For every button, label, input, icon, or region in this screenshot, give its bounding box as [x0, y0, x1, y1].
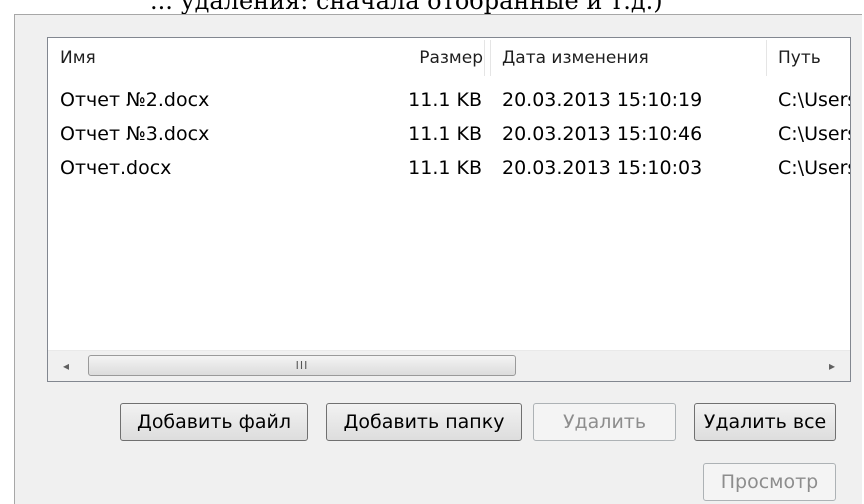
table-row[interactable]: Отчет №2.docx 11.1 KB 20.03.2013 15:10:1… [48, 83, 850, 117]
top-caption-fragment: ... удаления: сначала отобранные и т.д.) [150, 0, 663, 15]
file-date: 20.03.2013 15:10:03 [502, 157, 703, 179]
scroll-right-icon[interactable]: ▸ [816, 351, 848, 381]
column-header-path[interactable]: Путь [778, 38, 821, 78]
add-file-button[interactable]: Добавить файл [120, 403, 308, 441]
file-size: 11.1 KB [408, 123, 482, 145]
column-divider[interactable] [490, 40, 491, 76]
column-header-size[interactable]: Размер [408, 38, 483, 78]
file-name: Отчет.docx [60, 157, 172, 179]
list-header: Имя Размер Дата изменения Путь [48, 38, 850, 78]
file-path: C:\Users [778, 157, 851, 179]
scrollbar-thumb[interactable]: III [88, 355, 516, 376]
add-folder-button[interactable]: Добавить папку [326, 403, 522, 441]
column-header-date[interactable]: Дата изменения [502, 38, 649, 78]
scroll-left-icon[interactable]: ◂ [50, 351, 82, 381]
file-size: 11.1 KB [408, 89, 482, 111]
column-header-name[interactable]: Имя [60, 38, 96, 78]
file-date: 20.03.2013 15:10:46 [502, 123, 703, 145]
preview-button[interactable]: Просмотр [703, 463, 836, 501]
file-size: 11.1 KB [408, 157, 482, 179]
delete-button[interactable]: Удалить [533, 403, 676, 441]
file-date: 20.03.2013 15:10:19 [502, 89, 703, 111]
table-row[interactable]: Отчет.docx 11.1 KB 20.03.2013 15:10:03 C… [48, 151, 850, 185]
file-name: Отчет №3.docx [60, 123, 210, 145]
column-divider[interactable] [484, 40, 485, 76]
table-row[interactable]: Отчет №3.docx 11.1 KB 20.03.2013 15:10:4… [48, 117, 850, 151]
column-divider[interactable] [766, 40, 767, 76]
file-path: C:\Users [778, 89, 851, 111]
horizontal-scrollbar[interactable]: ◂ III ▸ [48, 350, 850, 381]
file-list[interactable]: Имя Размер Дата изменения Путь Отчет №2.… [47, 37, 851, 382]
file-name: Отчет №2.docx [60, 89, 210, 111]
delete-all-button[interactable]: Удалить все [694, 403, 836, 441]
file-path: C:\Users [778, 123, 851, 145]
